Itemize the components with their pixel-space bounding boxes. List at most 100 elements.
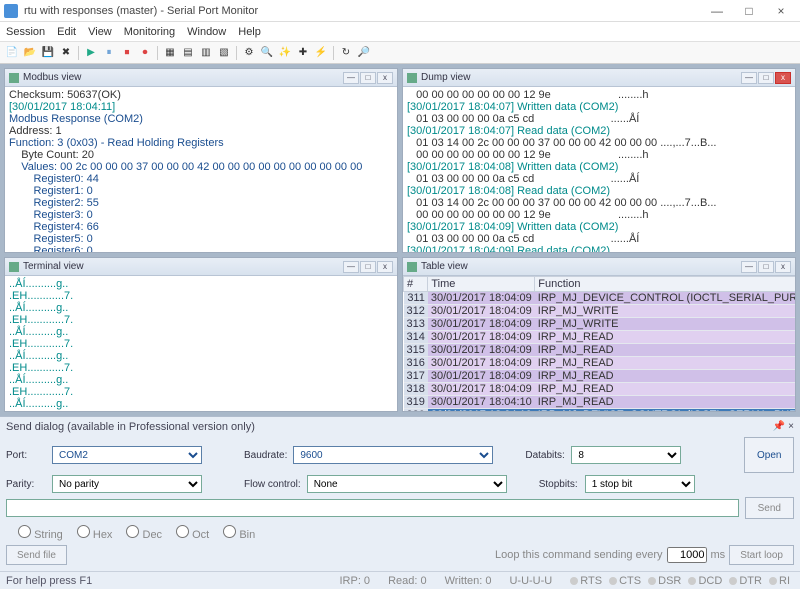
window-close-button[interactable]: × [766, 4, 796, 18]
pane-maximize-button[interactable]: □ [360, 72, 376, 84]
menu-window[interactable]: Window [187, 26, 226, 38]
pause-icon[interactable]: ⏸ [101, 45, 117, 61]
table-row[interactable]: 31730/01/2017 18:04:09IRP_MJ_READUPSTATU… [404, 370, 796, 383]
table-pane-icon [407, 262, 417, 272]
toolbar: 📄 📂 💾 ✖ ▶ ⏸ ⏹ ⏺ ▦ ▤ ▥ ▧ ⚙ 🔍 ✨ ✚ ⚡ ↻ 🔎 [0, 42, 800, 64]
radio-bin[interactable] [223, 525, 236, 538]
send-input[interactable] [6, 499, 739, 517]
refresh-icon[interactable]: ↻ [338, 45, 354, 61]
pane-close-button[interactable]: x [377, 261, 393, 273]
pane-minimize-button[interactable]: — [741, 72, 757, 84]
pane-maximize-button[interactable]: □ [758, 72, 774, 84]
table-row[interactable]: 31430/01/2017 18:04:09IRP_MJ_READDOWN [404, 331, 796, 344]
modbus-pane-title: Modbus view [23, 72, 343, 83]
close-icon[interactable]: ✖ [58, 45, 74, 61]
table-view-pane: Table view — □ x #TimeFunctionDirect...S… [402, 257, 796, 412]
table-row[interactable]: 32030/01/2017 18:04:10IRP_MJ_DEVICE_CONT… [404, 409, 796, 412]
led-ri: RI [769, 575, 790, 587]
dump-pane-title: Dump view [421, 72, 741, 83]
dump-pane-icon [407, 73, 417, 83]
record-icon[interactable]: ⏺ [137, 45, 153, 61]
table-header[interactable]: # [404, 277, 428, 292]
pane-close-button[interactable]: x [775, 261, 791, 273]
terminal-pane-icon [9, 262, 19, 272]
pane-maximize-button[interactable]: □ [758, 261, 774, 273]
status-read: Read: 0 [388, 575, 427, 587]
parity-select[interactable]: No parity [52, 475, 202, 493]
zoom-icon[interactable]: 🔎 [356, 45, 372, 61]
led-rts: RTS [570, 575, 605, 587]
loop-interval-input[interactable] [667, 547, 707, 563]
table-pane-title: Table view [421, 261, 741, 272]
loop-label: Loop this command sending every [495, 549, 663, 561]
search-icon[interactable]: 🔍 [259, 45, 275, 61]
send-button[interactable]: Send [745, 497, 794, 519]
baudrate-select[interactable]: 9600 [293, 446, 493, 464]
led-dcd: DCD [688, 575, 725, 587]
menu-view[interactable]: View [88, 26, 112, 38]
led-dsr: DSR [648, 575, 684, 587]
table-row[interactable]: 31930/01/2017 18:04:10IRP_MJ_READUPSTATU… [404, 396, 796, 409]
open-button[interactable]: Open [744, 437, 794, 473]
wand-icon[interactable]: ✨ [277, 45, 293, 61]
filter-icon[interactable]: ⚙ [241, 45, 257, 61]
table-row[interactable]: 31830/01/2017 18:04:09IRP_MJ_READDOWN [404, 383, 796, 396]
table-pane-body[interactable]: #TimeFunctionDirect...StatusData 31130/0… [403, 276, 795, 411]
databits-select[interactable]: 8 [571, 446, 681, 464]
window-maximize-button[interactable]: □ [734, 4, 764, 18]
pane-close-button[interactable]: x [377, 72, 393, 84]
view4-icon[interactable]: ▧ [216, 45, 232, 61]
table-header[interactable]: Time [428, 277, 535, 292]
dump-pane-body[interactable]: 00 00 00 00 00 00 00 12 9e ........h [30… [403, 87, 795, 252]
pane-maximize-button[interactable]: □ [360, 261, 376, 273]
settings-icon[interactable]: ✚ [295, 45, 311, 61]
menu-monitoring[interactable]: Monitoring [124, 26, 175, 38]
modbus-view-pane: Modbus view — □ x Checksum: 50637(OK)[30… [4, 68, 398, 253]
stop-icon[interactable]: ⏹ [119, 45, 135, 61]
menu-session[interactable]: Session [6, 26, 45, 38]
status-help: For help press F1 [6, 575, 321, 587]
table-row[interactable]: 31130/01/2017 18:04:09IRP_MJ_DEVICE_CONT… [404, 292, 796, 305]
open-session-icon[interactable]: 📂 [22, 45, 38, 61]
pane-minimize-button[interactable]: — [343, 72, 359, 84]
view3-icon[interactable]: ▥ [198, 45, 214, 61]
radio-oct[interactable] [176, 525, 189, 538]
radio-dec[interactable] [126, 525, 139, 538]
pin-icon[interactable]: 📌 × [773, 421, 794, 433]
sendfile-button[interactable]: Send file [6, 545, 67, 565]
table-row[interactable]: 31630/01/2017 18:04:09IRP_MJ_READDOWN [404, 357, 796, 370]
stopbits-select[interactable]: 1 stop bit [585, 475, 695, 493]
menubar: Session Edit View Monitoring Window Help [0, 22, 800, 42]
radio-hex[interactable] [77, 525, 90, 538]
window-titlebar: rtu with responses (master) - Serial Por… [0, 0, 800, 22]
pane-minimize-button[interactable]: — [741, 261, 757, 273]
play-icon[interactable]: ▶ [83, 45, 99, 61]
status-mode: U-U-U-U [509, 575, 552, 587]
pane-close-button[interactable]: x [775, 72, 791, 84]
table-row[interactable]: 31230/01/2017 18:04:09IRP_MJ_WRITEDOWN [404, 305, 796, 318]
databits-label: Databits: [525, 450, 565, 461]
save-icon[interactable]: 💾 [40, 45, 56, 61]
baudrate-label: Baudrate: [244, 450, 287, 461]
startloop-button[interactable]: Start loop [729, 545, 794, 565]
terminal-pane-body[interactable]: ..ÅÍ..........g...EH............7...ÅÍ..… [5, 276, 397, 411]
radio-string[interactable] [18, 525, 31, 538]
menu-help[interactable]: Help [238, 26, 261, 38]
table-header[interactable]: Function [535, 277, 795, 292]
modbus-pane-body[interactable]: Checksum: 50637(OK)[30/01/2017 18:04:11]… [5, 87, 397, 252]
new-session-icon[interactable]: 📄 [4, 45, 20, 61]
flowcontrol-select[interactable]: None [307, 475, 507, 493]
table-row[interactable]: 31330/01/2017 18:04:09IRP_MJ_WRITEUPSTAT… [404, 318, 796, 331]
send-dialog-title: Send dialog (available in Professional v… [6, 421, 255, 433]
view1-icon[interactable]: ▦ [162, 45, 178, 61]
lightning-icon[interactable]: ⚡ [313, 45, 329, 61]
view2-icon[interactable]: ▤ [180, 45, 196, 61]
port-select[interactable]: COM2 [52, 446, 202, 464]
send-dialog: Send dialog (available in Professional v… [0, 416, 800, 571]
menu-edit[interactable]: Edit [57, 26, 76, 38]
table-row[interactable]: 31530/01/2017 18:04:09IRP_MJ_READUPSTATU… [404, 344, 796, 357]
stopbits-label: Stopbits: [539, 479, 579, 490]
window-minimize-button[interactable]: — [702, 4, 732, 18]
pane-minimize-button[interactable]: — [343, 261, 359, 273]
parity-label: Parity: [6, 479, 46, 490]
